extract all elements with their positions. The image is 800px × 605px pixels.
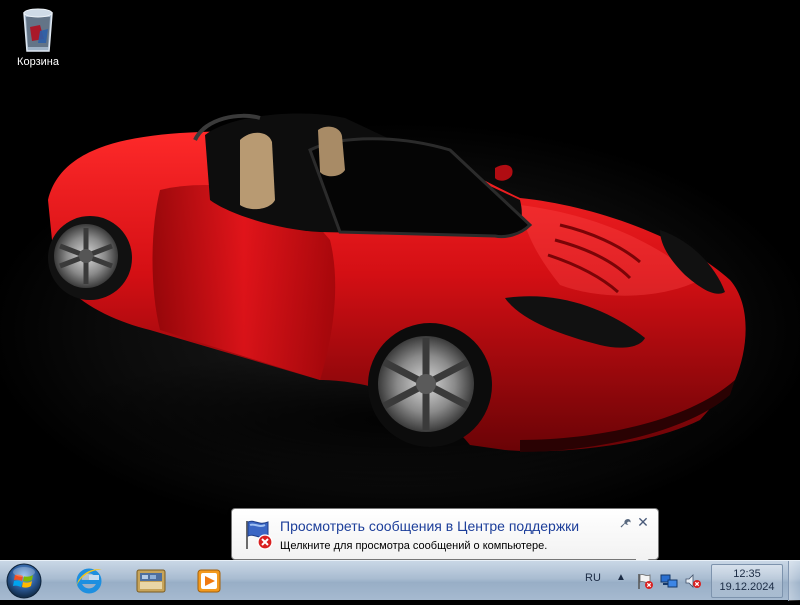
show-hidden-icons-button[interactable]: ▲ bbox=[616, 572, 626, 583]
wrench-icon[interactable] bbox=[620, 517, 632, 529]
language-indicator[interactable]: RU bbox=[585, 572, 601, 584]
notification-title: Просмотреть сообщения в Центре поддержки bbox=[280, 518, 580, 534]
notification-text: Щелкните для просмотра сообщений о компь… bbox=[280, 540, 548, 552]
volume-muted-icon[interactable] bbox=[684, 572, 702, 590]
windows-logo-icon bbox=[6, 563, 42, 599]
taskbar: RU ▲ 12:35 19.12.2024 bbox=[0, 560, 800, 601]
desktop-wallpaper bbox=[0, 0, 800, 560]
taskbar-clock[interactable]: 12:35 19.12.2024 bbox=[711, 564, 783, 598]
recycle-bin-icon bbox=[18, 5, 58, 53]
internet-explorer-taskbar-button[interactable] bbox=[62, 563, 116, 599]
clock-date: 19.12.2024 bbox=[719, 581, 775, 593]
clock-time: 12:35 bbox=[733, 568, 761, 580]
recycle-bin-desktop-icon[interactable]: Корзина bbox=[12, 5, 64, 68]
action-center-flag-icon bbox=[241, 517, 275, 551]
windows-explorer-taskbar-button[interactable] bbox=[124, 563, 178, 599]
show-desktop-button[interactable] bbox=[788, 561, 800, 601]
internet-explorer-icon bbox=[76, 568, 102, 594]
car-wallpaper-image bbox=[40, 113, 760, 490]
action-center-flag-icon[interactable] bbox=[636, 572, 654, 590]
close-icon[interactable]: ✕ bbox=[636, 515, 650, 529]
windows-explorer-icon bbox=[136, 569, 166, 593]
start-button[interactable] bbox=[4, 562, 44, 600]
recycle-bin-label: Корзина bbox=[17, 56, 59, 68]
network-icon[interactable] bbox=[660, 572, 678, 590]
action-center-notification[interactable]: Просмотреть сообщения в Центре поддержки… bbox=[231, 508, 659, 572]
media-player-taskbar-button[interactable] bbox=[182, 563, 236, 599]
media-player-icon bbox=[197, 569, 221, 593]
